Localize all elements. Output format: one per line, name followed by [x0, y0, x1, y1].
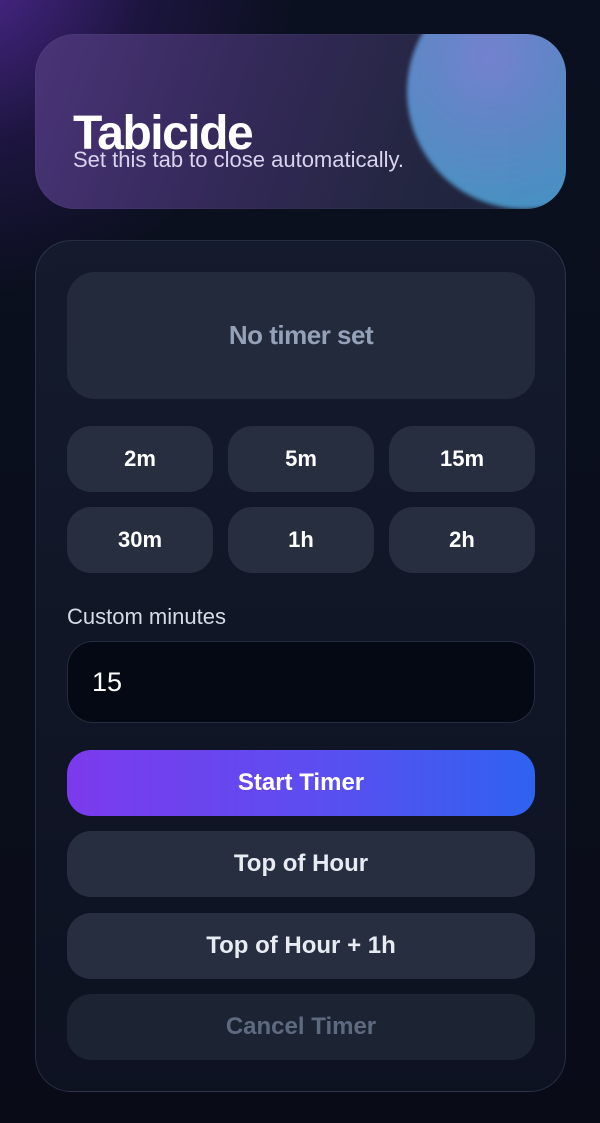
- top-of-hour-button[interactable]: Top of Hour: [67, 831, 535, 897]
- timer-status: No timer set: [67, 272, 535, 399]
- timer-panel: No timer set 2m 5m 15m 30m 1h 2h Custom …: [35, 240, 566, 1092]
- custom-minutes-label: Custom minutes: [67, 604, 226, 629]
- decorative-orb: [407, 34, 566, 209]
- preset-2h-button[interactable]: 2h: [389, 507, 535, 573]
- preset-1h-button[interactable]: 1h: [228, 507, 374, 573]
- top-of-hour-plus-1h-button[interactable]: Top of Hour + 1h: [67, 913, 535, 979]
- preset-2m-button[interactable]: 2m: [67, 426, 213, 492]
- timer-status-text: No timer set: [228, 320, 374, 350]
- header-card: Tabicide Set this tab to close automatic…: [35, 34, 566, 209]
- preset-5m-button[interactable]: 5m: [228, 426, 374, 492]
- app-subtitle: Set this tab to close automatically.: [73, 147, 404, 172]
- preset-15m-button[interactable]: 15m: [389, 426, 535, 492]
- preset-grid: 2m 5m 15m 30m 1h 2h: [67, 426, 535, 573]
- preset-30m-button[interactable]: 30m: [67, 507, 213, 573]
- start-timer-button[interactable]: Start Timer: [67, 750, 535, 816]
- cancel-timer-button[interactable]: Cancel Timer: [67, 994, 535, 1060]
- custom-minutes-input[interactable]: [67, 641, 535, 723]
